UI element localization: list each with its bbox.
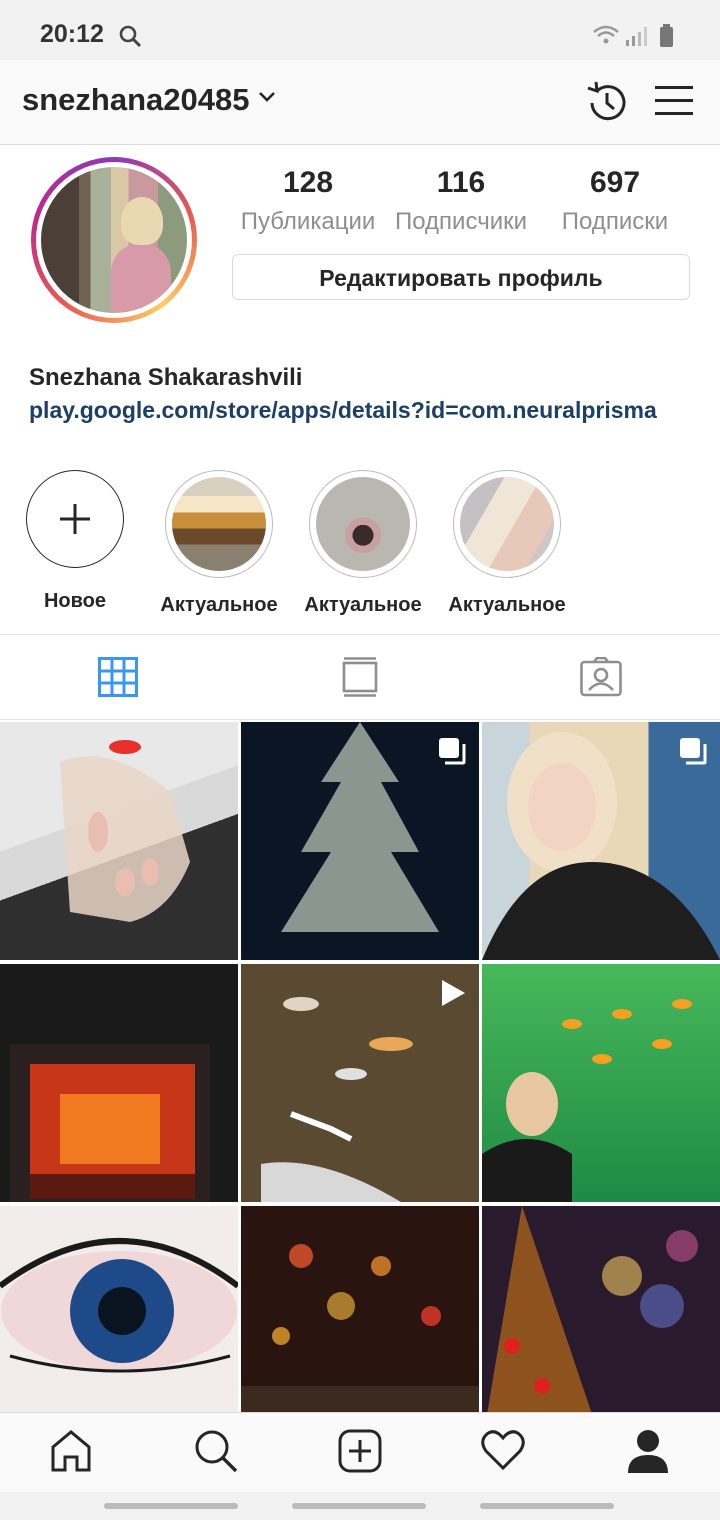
post-thumbnail[interactable] bbox=[482, 1206, 720, 1412]
highlight-label: Актуальное bbox=[448, 594, 566, 616]
post-thumbnail[interactable] bbox=[0, 722, 238, 960]
profile-tabs bbox=[0, 634, 720, 720]
add-post-icon[interactable] bbox=[338, 1429, 382, 1478]
search-icon bbox=[118, 24, 142, 53]
post-art bbox=[487, 1206, 698, 1412]
feed-icon[interactable] bbox=[342, 657, 378, 702]
following-count: 697 bbox=[589, 166, 641, 199]
highlight-item[interactable]: Актуальное bbox=[304, 470, 422, 617]
status-time: 20:12 bbox=[40, 20, 104, 48]
post-art bbox=[10, 1044, 210, 1202]
post-art bbox=[241, 1244, 479, 1412]
battery-icon bbox=[660, 24, 673, 47]
post-thumbnail[interactable] bbox=[0, 1206, 238, 1412]
followers-label: Подписчики bbox=[394, 208, 528, 235]
avatar-photo bbox=[41, 167, 187, 313]
menu-icon[interactable] bbox=[655, 84, 693, 123]
multiple-icon bbox=[678, 736, 708, 771]
signal-icon bbox=[626, 27, 647, 46]
stat-following[interactable]: 697 Подписки bbox=[545, 166, 685, 236]
video-icon bbox=[437, 978, 467, 1013]
highlight-label: Новое bbox=[43, 590, 107, 612]
plus-icon bbox=[26, 470, 124, 568]
avatar-body bbox=[111, 245, 171, 313]
wifi-icon bbox=[593, 25, 619, 44]
highlight-cover bbox=[316, 477, 410, 571]
activity-heart-icon[interactable] bbox=[481, 1429, 525, 1476]
history-icon[interactable] bbox=[584, 80, 630, 131]
highlight-item[interactable]: Актуальное bbox=[160, 470, 278, 617]
multiple-icon bbox=[437, 736, 467, 771]
bottom-navigation bbox=[0, 1412, 720, 1493]
home-icon[interactable] bbox=[50, 1429, 92, 1478]
posts-label: Публикации bbox=[240, 208, 376, 235]
grid-icon[interactable] bbox=[98, 657, 138, 702]
post-thumbnail[interactable] bbox=[482, 964, 720, 1202]
highlight-cover bbox=[172, 477, 266, 571]
full-name: Snezhana Shakarashvili bbox=[29, 364, 303, 391]
gesture-handle[interactable] bbox=[104, 1503, 238, 1509]
highlight-ring bbox=[453, 470, 561, 578]
posts-count: 128 bbox=[282, 166, 334, 199]
chevron-down-icon[interactable] bbox=[258, 90, 276, 109]
followers-count: 116 bbox=[436, 166, 486, 199]
edit-profile-button[interactable]: Редактировать профиль bbox=[232, 254, 690, 300]
tagged-icon[interactable] bbox=[580, 656, 622, 702]
account-switcher[interactable]: snezhana20485 bbox=[22, 82, 249, 118]
highlight-label: Актуальное bbox=[304, 594, 422, 616]
profile-avatar[interactable] bbox=[31, 157, 197, 323]
post-art bbox=[60, 740, 190, 922]
status-bar: 20:12 bbox=[0, 0, 720, 60]
highlight-label: Актуальное bbox=[160, 594, 278, 616]
highlight-new[interactable]: Новое bbox=[20, 470, 130, 613]
highlight-ring bbox=[165, 470, 273, 578]
post-thumbnail[interactable] bbox=[241, 1206, 479, 1412]
avatar-border bbox=[36, 162, 192, 318]
highlight-cover bbox=[460, 477, 554, 571]
search-icon[interactable] bbox=[194, 1429, 238, 1478]
avatar-hair bbox=[121, 197, 163, 245]
post-thumbnail[interactable] bbox=[482, 722, 720, 960]
profile-icon[interactable] bbox=[626, 1429, 670, 1478]
profile-header: snezhana20485 bbox=[0, 60, 720, 145]
following-label: Подписки bbox=[561, 208, 669, 235]
status-icons bbox=[592, 22, 682, 53]
post-thumbnail[interactable] bbox=[241, 722, 479, 960]
post-thumbnail[interactable] bbox=[0, 964, 238, 1202]
highlight-item[interactable]: Актуальное bbox=[448, 470, 566, 617]
post-art bbox=[0, 1238, 238, 1373]
post-thumbnail[interactable] bbox=[241, 964, 479, 1202]
stat-followers[interactable]: 116 Подписчики bbox=[391, 166, 531, 236]
bio-link[interactable]: play.google.com/store/apps/details?id=co… bbox=[29, 397, 657, 424]
gesture-handle[interactable] bbox=[292, 1503, 426, 1509]
posts-grid bbox=[0, 722, 720, 1412]
highlight-ring bbox=[309, 470, 417, 578]
post-art bbox=[482, 999, 692, 1202]
gesture-handle[interactable] bbox=[480, 1503, 614, 1509]
stat-posts[interactable]: 128 Публикации bbox=[238, 166, 378, 236]
